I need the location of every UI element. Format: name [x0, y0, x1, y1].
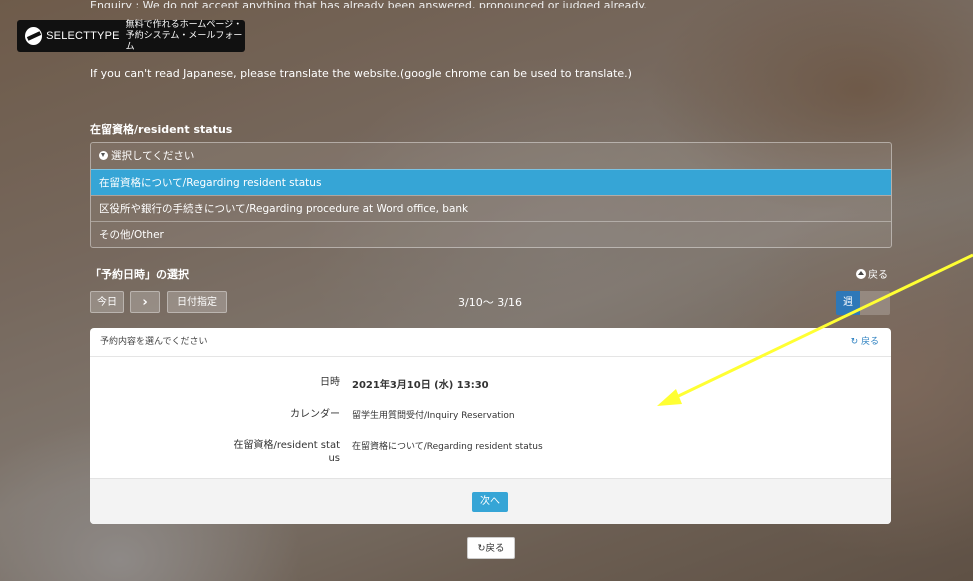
annotation-arrow: [657, 253, 973, 406]
reservation-page: Enquiry : We do not accept anything that…: [0, 0, 973, 581]
